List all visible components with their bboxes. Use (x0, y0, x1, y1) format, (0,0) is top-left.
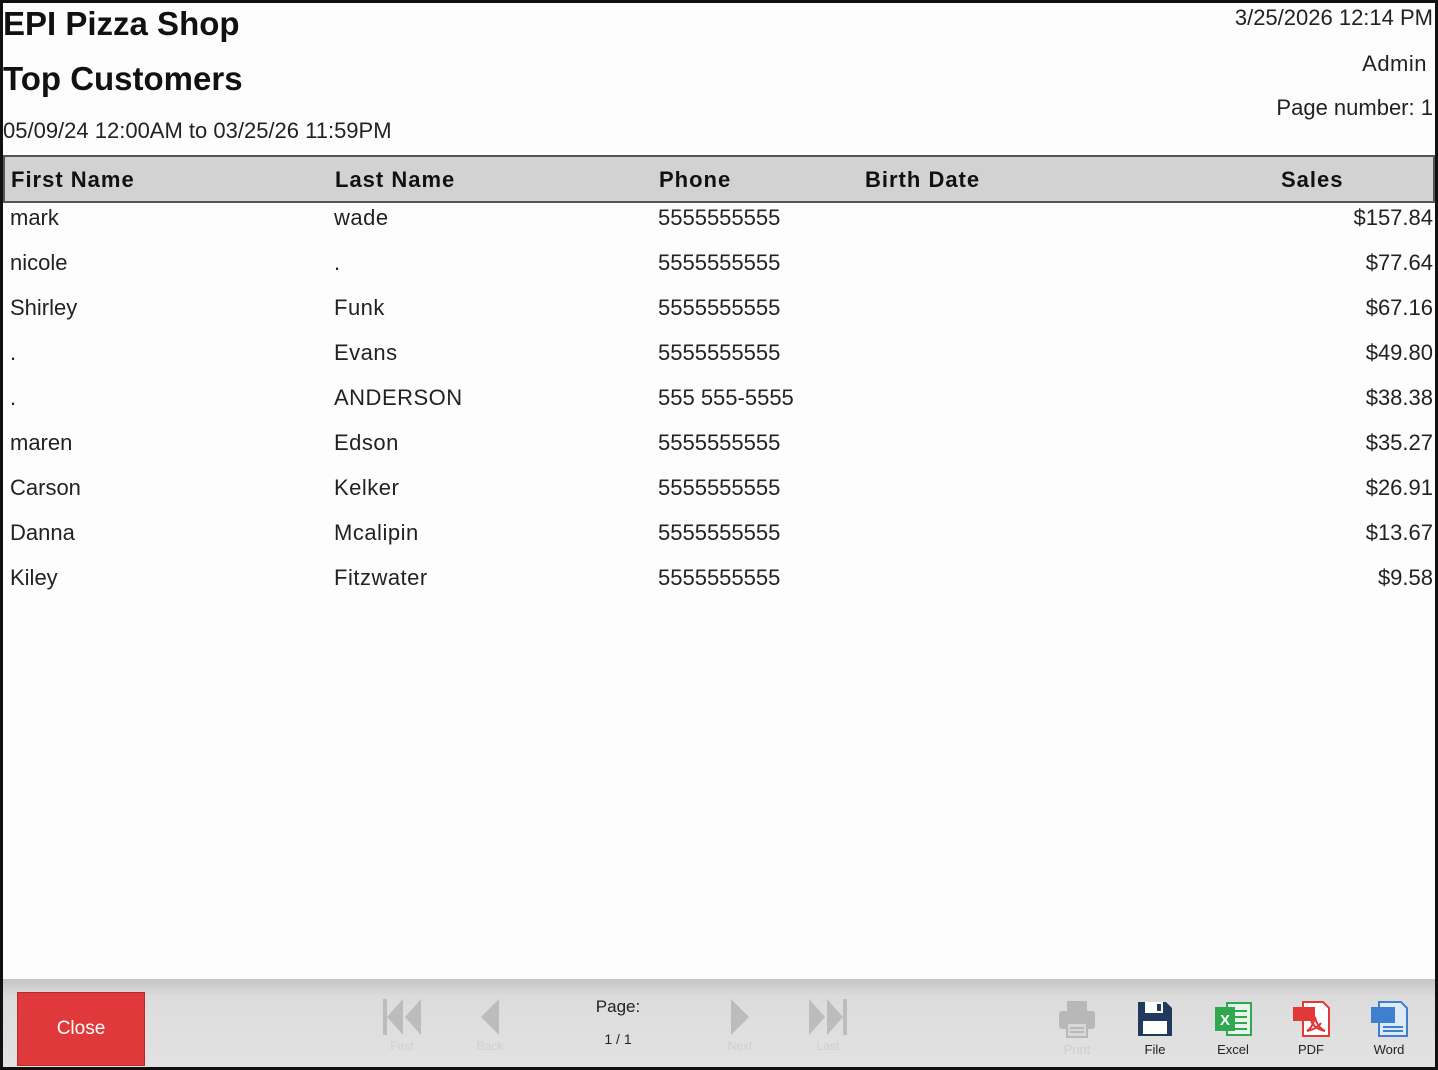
table-row: mark wade 5555555555 $157.84 (3, 201, 1433, 246)
word-export-label: Word (1373, 1042, 1405, 1057)
pdf-export-label: PDF (1298, 1042, 1324, 1057)
cell-first: . (10, 340, 17, 365)
close-button[interactable]: Close (17, 992, 145, 1066)
column-header-sales: Sales (1281, 167, 1344, 192)
excel-icon: X (1215, 1002, 1252, 1036)
prev-page-button[interactable]: Back (465, 997, 515, 1061)
cell-phone: 5555555555 (658, 205, 781, 230)
cell-phone: 5555555555 (658, 520, 781, 545)
cell-first: Kiley (10, 565, 58, 590)
last-page-button[interactable]: Last (803, 997, 853, 1061)
save-file-label: File (1144, 1042, 1166, 1057)
cell-first: nicole (10, 250, 68, 275)
cell-last: Evans (334, 340, 398, 365)
last-page-label: Last (816, 1039, 840, 1053)
cell-sales: $67.16 (1365, 295, 1433, 320)
cell-sales: $77.64 (1365, 250, 1433, 275)
next-page-icon (731, 999, 749, 1035)
cell-phone: 5555555555 (658, 295, 781, 320)
report-viewer: EPI Pizza Shop Top Customers 05/09/24 12… (0, 0, 1438, 1070)
save-file-icon (1138, 1002, 1172, 1036)
print-datetime: 3/25/2026 12:14 PM (1234, 5, 1433, 30)
cell-last: Mcalipin (334, 520, 419, 545)
cell-first: maren (10, 430, 73, 455)
cell-sales: $38.38 (1365, 385, 1433, 410)
table-row: Carson Kelker 5555555555 $26.91 (3, 471, 1433, 516)
prev-page-label: Back (476, 1039, 504, 1053)
printer-icon (1059, 1001, 1095, 1038)
cell-last: wade (334, 205, 389, 230)
table-body: mark wade 5555555555 $157.84 nicole. 55555555… (3, 201, 1433, 606)
table-row: nicole. 5555555555 $77.64 (3, 246, 1433, 291)
table-row: Kiley Fitzwater 5555555555 $9.58 (3, 561, 1433, 606)
cell-sales: $26.91 (1365, 475, 1433, 500)
bottom-toolbar: Close First Back Page: 1 / 1 Next Last P… (3, 979, 1435, 1067)
table-row: Danna Mcalipin 5555555555 $13.67 (3, 516, 1433, 561)
table-row: maren Edson 5555555555 $35.27 (3, 426, 1433, 471)
first-page-icon (383, 999, 421, 1035)
column-header-first-name: First Name (11, 167, 135, 192)
report-title: Top Customers (3, 60, 243, 97)
excel-export-button[interactable]: X Excel (1203, 999, 1263, 1061)
pager: Page: 1 / 1 (573, 997, 663, 1047)
page-number-label: Page number: (1276, 95, 1415, 120)
cell-last: Funk (334, 295, 385, 320)
cell-last: Fitzwater (334, 565, 428, 590)
last-page-icon (809, 999, 847, 1035)
cell-sales: $9.58 (1377, 565, 1433, 590)
word-export-button[interactable]: Word (1359, 999, 1419, 1061)
cell-sales: $35.27 (1365, 430, 1433, 455)
pdf-export-button[interactable]: PDF (1281, 999, 1341, 1061)
table-row: . Evans 5555555555 $49.80 (3, 336, 1433, 381)
cell-first: . (10, 385, 17, 410)
cell-phone: 555 555-5555 (658, 385, 794, 410)
cell-last: ANDERSON (334, 385, 463, 410)
cell-last: Edson (334, 430, 399, 455)
page-number-value: 1 (1420, 95, 1433, 120)
print-label: Print (1063, 1042, 1091, 1057)
cell-first: mark (10, 205, 59, 230)
cell-sales: $49.80 (1365, 340, 1433, 365)
cell-first: Carson (10, 475, 81, 500)
cell-phone: 5555555555 (658, 475, 781, 500)
column-header-birth-date: Birth Date (865, 167, 981, 192)
svg-text:X: X (1220, 1012, 1230, 1029)
cell-first: Danna (10, 520, 75, 545)
cell-first: Shirley (10, 295, 78, 320)
next-page-label: Next (727, 1039, 753, 1053)
cell-phone: 5555555555 (658, 430, 781, 455)
column-header-phone: Phone (659, 167, 732, 192)
cell-phone: 5555555555 (658, 250, 781, 275)
excel-export-label: Excel (1217, 1042, 1249, 1057)
print-user: Admin (1362, 51, 1427, 76)
save-file-button[interactable]: File (1125, 999, 1185, 1061)
table-row: . ANDERSON 555 555-5555 $38.38 (3, 381, 1433, 426)
cell-phone: 5555555555 (658, 340, 781, 365)
shop-name: EPI Pizza Shop (3, 5, 240, 42)
prev-page-icon (481, 999, 499, 1035)
page-number: Page number: 1 (1276, 95, 1433, 121)
cell-last: . (334, 250, 341, 275)
date-range: 05/09/24 12:00AM to 03/25/26 11:59PM (3, 118, 392, 143)
cell-phone: 5555555555 (658, 565, 781, 590)
first-page-button[interactable]: First (377, 997, 427, 1061)
cell-sales: $13.67 (1365, 520, 1433, 545)
next-page-button[interactable]: Next (715, 997, 765, 1061)
print-button[interactable]: Print (1047, 999, 1107, 1061)
cell-sales: $157.84 (1353, 205, 1433, 230)
cell-last: Kelker (334, 475, 400, 500)
table-row: Shirley Funk 5555555555 $67.16 (3, 291, 1433, 336)
page-indicator: 1 / 1 (604, 1031, 632, 1047)
column-header-last-name: Last Name (335, 167, 456, 192)
first-page-label: First (390, 1039, 414, 1053)
page-label: Page: (595, 997, 641, 1016)
pdf-icon (1293, 1001, 1330, 1037)
word-icon (1371, 1001, 1408, 1037)
table-header: First Name Last Name Phone Birth Date Sa… (3, 155, 1435, 203)
